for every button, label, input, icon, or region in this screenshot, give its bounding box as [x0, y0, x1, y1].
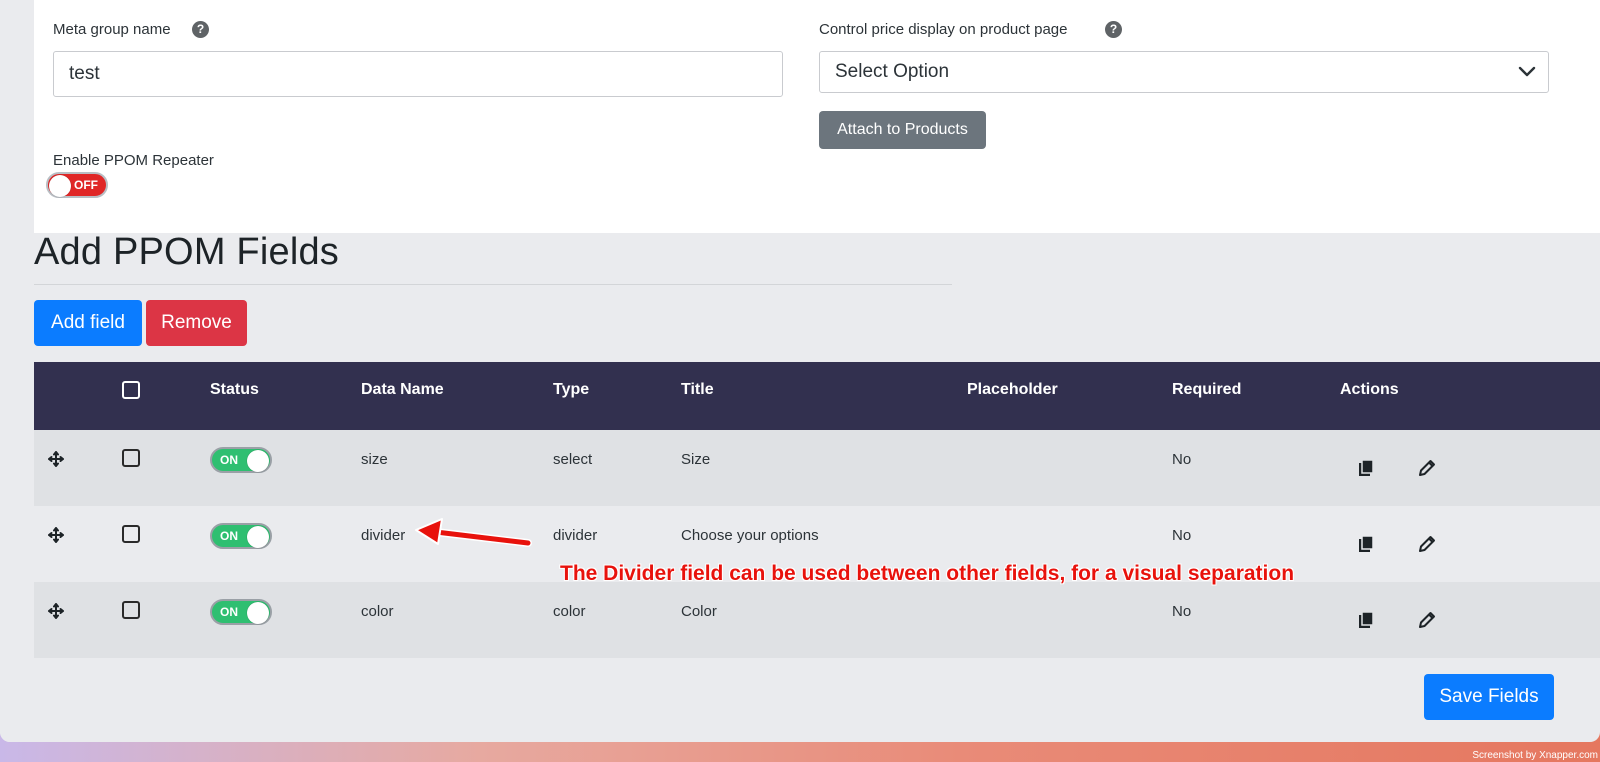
row-checkbox[interactable] — [122, 601, 140, 619]
cell-type: select — [553, 451, 593, 468]
row-checkbox[interactable] — [122, 525, 140, 543]
cell-required: No — [1172, 527, 1192, 544]
drag-handle-icon[interactable] — [48, 527, 64, 543]
attach-to-products-button[interactable]: Attach to Products — [819, 111, 986, 149]
cell-data-name: divider — [361, 527, 406, 544]
status-toggle[interactable]: ON — [210, 447, 272, 473]
help-icon[interactable]: ? — [192, 21, 209, 38]
group-name-label: Meta group name — [53, 21, 171, 38]
column-header-title: Title — [681, 381, 714, 398]
status-toggle[interactable]: ON — [210, 599, 272, 625]
column-header-required: Required — [1172, 381, 1242, 398]
drag-handle-icon[interactable] — [48, 451, 64, 467]
chevron-down-icon — [1518, 66, 1536, 77]
screenshot-credit: Screenshot by Xnapper.com — [1472, 750, 1598, 761]
help-icon[interactable]: ? — [1105, 21, 1122, 38]
toggle-state-label: ON — [220, 605, 238, 619]
remove-button[interactable]: Remove — [146, 300, 247, 346]
cell-data-name: color — [361, 603, 394, 620]
toggle-state-label: ON — [220, 453, 238, 467]
edit-pencil-icon[interactable] — [1417, 610, 1437, 630]
cell-type: divider — [553, 527, 598, 544]
annotation-text: The Divider field can be used between ot… — [560, 562, 1295, 585]
toggle-knob — [247, 602, 269, 624]
cell-title: Color — [681, 603, 717, 620]
add-field-button[interactable]: Add field — [34, 300, 142, 346]
copy-icon[interactable] — [1357, 534, 1377, 554]
column-header-data-name: Data Name — [361, 381, 444, 398]
select-all-checkbox[interactable] — [122, 381, 140, 399]
toggle-knob — [247, 450, 269, 472]
save-fields-button[interactable]: Save Fields — [1424, 674, 1554, 720]
app-window: Meta group name ? Control price display … — [0, 0, 1600, 742]
cell-type: color — [553, 603, 586, 620]
copy-icon[interactable] — [1357, 458, 1377, 478]
cell-title: Size — [681, 451, 711, 468]
annotation-arrow-icon — [415, 518, 532, 547]
repeater-toggle[interactable]: OFF — [46, 172, 108, 198]
status-toggle[interactable]: ON — [210, 523, 272, 549]
toggle-state-label: OFF — [74, 178, 98, 192]
section-title: Add PPOM Fields — [34, 231, 339, 273]
repeater-label: Enable PPOM Repeater — [53, 152, 214, 169]
copy-icon[interactable] — [1357, 610, 1377, 630]
group-name-input[interactable] — [53, 51, 783, 97]
edit-pencil-icon[interactable] — [1417, 534, 1437, 554]
cell-data-name: size — [361, 451, 388, 468]
toggle-state-label: ON — [220, 529, 238, 543]
table-row: ON size select Size No — [34, 430, 1600, 506]
cell-title: Choose your options — [681, 527, 819, 544]
column-header-actions: Actions — [1340, 381, 1399, 398]
row-checkbox[interactable] — [122, 449, 140, 467]
divider-line — [34, 284, 952, 285]
edit-pencil-icon[interactable] — [1417, 458, 1437, 478]
cell-required: No — [1172, 451, 1192, 468]
left-margin — [0, 0, 34, 742]
column-header-status: Status — [210, 381, 259, 398]
column-header-placeholder: Placeholder — [967, 381, 1058, 398]
cell-required: No — [1172, 603, 1192, 620]
select-value: Select Option — [835, 61, 950, 82]
price-display-select[interactable]: Select Option — [819, 51, 1549, 93]
meta-settings-panel: Meta group name ? Control price display … — [34, 0, 1600, 233]
price-display-label: Control price display on product page — [819, 21, 1068, 38]
toggle-knob — [247, 526, 269, 548]
table-row: ON color color Color No — [34, 582, 1600, 658]
toggle-knob — [49, 175, 71, 197]
column-header-type: Type — [553, 381, 590, 398]
fields-table-header: Status Data Name Type Title Placeholder … — [34, 362, 1600, 430]
drag-handle-icon[interactable] — [48, 603, 64, 619]
